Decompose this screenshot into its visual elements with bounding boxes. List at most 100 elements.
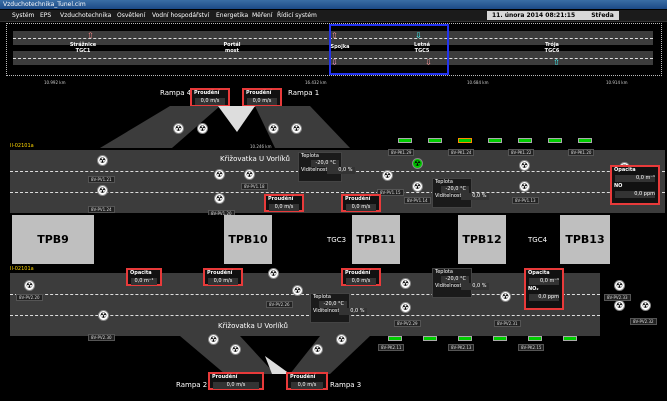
fan-icon[interactable]: ☢ [500,291,511,302]
km-marker: 10.684 km [467,80,489,85]
damper-icon[interactable] [528,336,542,341]
zone-tpb10[interactable]: TPB10 [224,215,272,264]
no2-value: 0,0 ppm [529,294,559,301]
overview-label-portal: Portál most [223,42,241,54]
fan-icon[interactable]: ☢ [291,123,302,134]
temp-visibility-panel[interactable]: Teplota -20,0 °C Viditelnost 0,0 % [310,293,368,323]
temp-value-row: -20,0 °C [433,186,471,193]
fan-icon[interactable]: ☢ [519,181,530,192]
flow-panel[interactable]: Proudění 0,0 m/s [341,194,381,212]
fan-icon[interactable]: ☢ [336,334,347,345]
menu-eps[interactable]: EPS [40,10,51,21]
top-ramps-graphic [100,106,350,148]
fan-icon[interactable]: ☢ [614,300,625,311]
km-marker: 10.992 km [44,80,66,85]
zone-tpb12[interactable]: TPB12 [458,215,506,264]
damper-icon[interactable] [548,138,562,143]
overview-label-letna: Letná TGC5 [414,42,430,54]
flow-panel[interactable]: Proudění 0,0 m/s [208,372,264,390]
temp-value-row: -20,0 °C [299,160,341,167]
lane-divider [10,192,665,193]
fan-icon[interactable]: ☢ [97,155,108,166]
fan-icon[interactable]: ☢ [230,344,241,355]
fan-label: 8V-PV2.29 [394,320,421,327]
menu-energetika[interactable]: Energetika [216,10,248,21]
opacity-value: 0,0 m⁻¹ [615,175,655,182]
zone-tgc3: TGC3 [327,236,347,244]
opacity-panel[interactable]: Opacita 0,0 m⁻¹ NO₂ 0,0 ppm [524,268,564,310]
fan-label: 8V-PV1.24 [88,206,115,213]
flow-panel[interactable]: Proudění 0,0 m/s [341,268,381,286]
damper-icon[interactable] [518,138,532,143]
fan-icon[interactable]: ☢ [382,170,393,181]
fan-icon[interactable]: ☢ [412,181,423,192]
flow-value: 0,0 m/s [346,204,376,211]
opacity-panel[interactable]: Opacita 0,0 m⁻¹ NO 0,0 ppm [610,165,660,205]
fan-icon[interactable]: ☢ [614,280,625,291]
damper-label: 8V-PK1.24 [448,149,475,156]
temp-row: Teplota [313,294,331,300]
damper-icon[interactable] [488,138,502,143]
fan-icon[interactable]: ☢ [519,160,530,171]
opacity-title: Opacita [528,270,550,276]
fan-icon[interactable]: ☢ [97,185,108,196]
fan-icon[interactable]: ☢ [24,280,35,291]
flow-title: Proudění [290,374,316,380]
fan-running-icon[interactable]: ☢ [412,158,423,169]
damper-row-north: 8V-PK1.29 8V-PK1.24 8V-PK1.22 8V-PK1.20 [388,138,608,156]
fan-icon[interactable]: ☢ [312,344,323,355]
opacity-value: 0,0 m⁻¹ [529,278,559,285]
fan-icon[interactable]: ☢ [292,285,303,296]
damper-icon[interactable] [458,138,472,143]
damper-icon[interactable] [423,336,437,341]
tunnel-north-label: II-02101a [10,143,34,149]
tunnel-south-label: II-02101a [10,266,34,272]
crossing-km: 10.246 km [250,144,272,149]
temp-visibility-panel[interactable]: Teplota -20,0 °C Viditelnost 0,0 % [298,152,356,182]
damper-icon[interactable] [563,336,577,341]
fan-icon[interactable]: ☢ [197,123,208,134]
ramp-2-label: Rampa 2 [176,381,208,389]
damper-icon[interactable] [398,138,412,143]
fan-icon[interactable]: ☢ [214,193,225,204]
temp-visibility-panel[interactable]: Teplota -20,0 °C Viditelnost 0,0 % [432,268,490,298]
no2-label: NO₂ [528,286,539,292]
fan-icon[interactable]: ☢ [208,334,219,345]
menu-vodni[interactable]: Vodní hospodářství [152,10,209,21]
zone-tpb13[interactable]: TPB13 [560,215,610,264]
km-marker: 16.432 km [305,80,327,85]
menu-ridici[interactable]: Řídicí systém [277,10,317,21]
menu-system[interactable]: Systém [12,10,34,21]
fan-icon[interactable]: ☢ [98,310,109,321]
menu-osvetleni[interactable]: Osvětlení [117,10,145,21]
tunnel-overview[interactable]: Strážnice TGC1 Portál most Spojka Letná … [6,23,662,76]
fan-icon[interactable]: ☢ [214,169,225,180]
fan-icon[interactable]: ☢ [640,300,651,311]
opacity-panel[interactable]: Opacita 0,0 m⁻¹ [126,268,162,286]
damper-icon[interactable] [388,336,402,341]
damper-icon[interactable] [428,138,442,143]
flow-panel[interactable]: Proudění 0,0 m/s [264,194,304,212]
fan-icon[interactable]: ☢ [173,123,184,134]
damper-icon[interactable] [458,336,472,341]
menu-vzduchotechnika[interactable]: Vzduchotechnika [60,10,111,21]
damper-row-south: 8V-PK2.11 8V-PK2.13 8V-PK2.15 [378,336,618,354]
flow-value: 0,0 m/s [213,382,259,389]
flow-panel[interactable]: Proudění 0,0 m/s [203,268,243,286]
menu-mereni[interactable]: Měření [252,10,272,21]
temp-visibility-panel[interactable]: Teplota -20,0 °C Viditelnost 0,0 % [432,178,490,208]
damper-icon[interactable] [493,336,507,341]
temp-row: Teplota [435,179,453,185]
damper-icon[interactable] [578,138,592,143]
fan-icon[interactable]: ☢ [268,123,279,134]
flow-title: Proudění [345,270,371,276]
fan-icon[interactable]: ☢ [268,268,279,279]
arrow-down-icon: ⇩ [415,31,422,40]
flow-panel[interactable]: Proudění 0,0 m/s [286,372,328,390]
km-marker: 10.914 km [606,80,628,85]
fan-icon[interactable]: ☢ [400,278,411,289]
zone-tpb9[interactable]: TPB9 [12,215,94,264]
zone-tpb11[interactable]: TPB11 [352,215,400,264]
fan-icon[interactable]: ☢ [244,169,255,180]
fan-icon[interactable]: ☢ [400,302,411,313]
